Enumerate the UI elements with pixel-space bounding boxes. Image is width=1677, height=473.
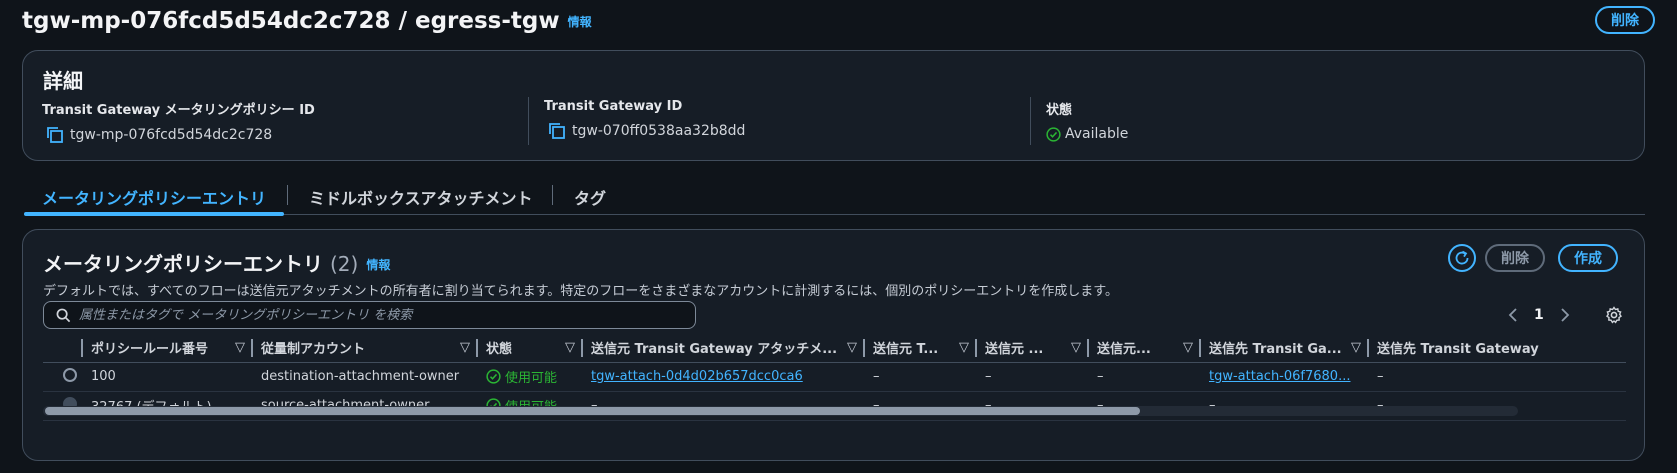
table-header-row: ポリシールール番号 ▽ 従量制アカウント ▽ 状態 ▽ 送信元 Transit Gat…: [43, 334, 1626, 363]
sort-caret-icon: ▽: [1071, 340, 1081, 356]
policy-id-label: Transit Gateway メータリングポリシー ID: [42, 103, 315, 118]
tgw-id-value: tgw-070ff0538aa32b8dd: [572, 123, 746, 139]
entries-panel: メータリングポリシーエントリ (2) 情報 デフォルトでは、すべてのフローは送信元…: [22, 229, 1645, 461]
page-title: tgw-mp-076fcd5d54dc2c728 / egress-tgw 情報: [22, 8, 592, 34]
delete-entry-button[interactable]: 削除: [1485, 244, 1545, 272]
status-indicator: 使用可能: [486, 367, 575, 386]
column-header-label: 送信元 Transit Gateway アタッチメ...: [591, 342, 838, 358]
cell-dst-tgw: –: [1369, 362, 1626, 392]
policy-id-field: Transit Gateway メータリングポリシー ID tgw-mp-076…: [42, 99, 315, 145]
column-divider: [1030, 97, 1031, 145]
next-page-button[interactable]: [1552, 304, 1578, 326]
copy-icon[interactable]: [548, 122, 566, 140]
row-select-radio[interactable]: [63, 367, 77, 382]
column-header-label: 従量制アカウント: [261, 342, 366, 358]
horizontal-scrollbar[interactable]: [43, 406, 1518, 416]
select-column-header: [43, 334, 83, 363]
cell-status: 使用可能: [478, 362, 583, 392]
cell-rule-number: 100: [83, 362, 253, 392]
tgw-id-label: Transit Gateway ID: [544, 99, 683, 114]
table-row[interactable]: 100 destination-attachment-owner 使用可能 tg…: [43, 362, 1626, 392]
cell-src-t: –: [865, 362, 977, 392]
current-page[interactable]: 1: [1534, 307, 1544, 323]
sort-caret-icon: ▽: [460, 340, 470, 356]
page-title-text: tgw-mp-076fcd5d54dc2c728 / egress-tgw: [22, 8, 560, 34]
delete-policy-button[interactable]: 削除: [1595, 6, 1655, 34]
tab-middlebox-attachments[interactable]: ミドルボックスアタッチメント: [309, 177, 533, 215]
page-header: tgw-mp-076fcd5d54dc2c728 / egress-tgw 情報 …: [22, 6, 1655, 42]
sort-caret-icon: ▽: [565, 340, 575, 356]
column-header-label: 送信元 ...: [985, 342, 1044, 358]
column-header-src-attachment[interactable]: 送信元 Transit Gateway アタッチメ... ▽: [583, 334, 865, 363]
column-header-dst-attachment[interactable]: 送信先 Transit Ga... ▽: [1201, 334, 1369, 363]
tab-tags[interactable]: タグ: [574, 177, 606, 215]
column-header-metered-account[interactable]: 従量制アカウント ▽: [253, 334, 478, 363]
state-value: Available: [1065, 126, 1129, 142]
state-value-row: Available: [1046, 126, 1128, 142]
entries-table-container: ポリシールール番号 ▽ 従量制アカウント ▽ 状態 ▽ 送信元 Transit Gat…: [43, 334, 1626, 444]
previous-page-button[interactable]: [1500, 304, 1526, 326]
src-attachment-link[interactable]: tgw-attach-0d4d02b657dcc0ca6: [591, 369, 803, 384]
sort-caret-icon: ▽: [1351, 340, 1361, 356]
column-header-label: 送信元 T...: [873, 342, 939, 358]
dst-attachment-link[interactable]: tgw-attach-06f7680...: [1209, 369, 1350, 384]
details-panel: 詳細 Transit Gateway メータリングポリシー ID tgw-mp-…: [22, 50, 1645, 161]
entries-title: メータリングポリシーエントリ (2) 情報: [43, 248, 390, 277]
column-header-label: 送信先 Transit Gateway: [1377, 342, 1539, 358]
column-header-dst-tgw[interactable]: 送信先 Transit Gateway: [1369, 334, 1626, 363]
column-header-label: 状態: [486, 342, 513, 358]
cell-src-2: –: [977, 362, 1089, 392]
entries-title-text: メータリングポリシーエントリ: [43, 252, 323, 276]
search-input[interactable]: [79, 307, 695, 323]
policy-id-value-row: tgw-mp-076fcd5d54dc2c728: [42, 126, 315, 144]
chevron-right-icon: [1561, 308, 1570, 322]
tgw-id-value-row: tgw-070ff0538aa32b8dd: [544, 122, 745, 140]
create-entry-button[interactable]: 作成: [1558, 244, 1618, 272]
tab-divider: [552, 185, 553, 205]
gear-icon: [1606, 306, 1622, 324]
search-icon: [56, 308, 71, 322]
cell-account: destination-attachment-owner: [253, 362, 478, 392]
tab-divider: [287, 185, 288, 205]
cell-src-attachment: tgw-attach-0d4d02b657dcc0ca6: [583, 362, 865, 392]
pagination: 1: [1500, 304, 1578, 326]
tgw-id-field: Transit Gateway ID tgw-070ff0538aa32b8dd: [544, 99, 745, 145]
copy-icon[interactable]: [46, 126, 64, 144]
info-link[interactable]: 情報: [366, 258, 390, 272]
column-header-label: 送信元...: [1097, 342, 1151, 358]
search-field[interactable]: [43, 301, 696, 329]
info-link[interactable]: 情報: [568, 15, 592, 29]
sort-caret-icon: ▽: [235, 340, 245, 356]
column-header-label: ポリシールール番号: [91, 342, 209, 358]
entries-count: (2): [329, 252, 359, 276]
status-text: 使用可能: [505, 371, 558, 386]
sort-caret-icon: ▽: [1183, 340, 1193, 356]
policy-id-value: tgw-mp-076fcd5d54dc2c728: [70, 127, 273, 143]
sort-caret-icon: ▽: [959, 340, 969, 356]
cell-src-3: –: [1089, 362, 1201, 392]
check-circle-icon: [1046, 126, 1061, 142]
table-settings-button[interactable]: [1603, 304, 1625, 326]
details-heading: 詳細: [43, 69, 83, 93]
column-header-status[interactable]: 状態 ▽: [478, 334, 583, 363]
state-field: 状態 Available: [1046, 99, 1128, 145]
tab-bar: メータリングポリシーエントリ ミドルボックスアタッチメント タグ: [23, 177, 1645, 216]
column-header-rule-number[interactable]: ポリシールール番号 ▽: [83, 334, 253, 363]
check-circle-icon: [486, 369, 501, 384]
column-divider: [528, 97, 529, 145]
refresh-button[interactable]: [1448, 244, 1476, 272]
column-header-src-3[interactable]: 送信元... ▽: [1089, 334, 1201, 363]
scrollbar-thumb[interactable]: [45, 407, 1140, 415]
refresh-icon: [1455, 250, 1469, 265]
sort-caret-icon: ▽: [847, 340, 857, 356]
tab-metering-policy-entries[interactable]: メータリングポリシーエントリ: [23, 177, 285, 216]
chevron-left-icon: [1508, 308, 1517, 322]
column-header-src-2[interactable]: 送信元 ... ▽: [977, 334, 1089, 363]
entries-description: デフォルトでは、すべてのフローは送信元アタッチメントの所有者に割り当てられます。…: [43, 284, 1118, 299]
column-header-label: 送信先 Transit Ga...: [1209, 342, 1342, 358]
column-header-src-t[interactable]: 送信元 T... ▽: [865, 334, 977, 363]
state-label: 状態: [1046, 103, 1073, 118]
cell-dst-attachment: tgw-attach-06f7680...: [1201, 362, 1369, 392]
